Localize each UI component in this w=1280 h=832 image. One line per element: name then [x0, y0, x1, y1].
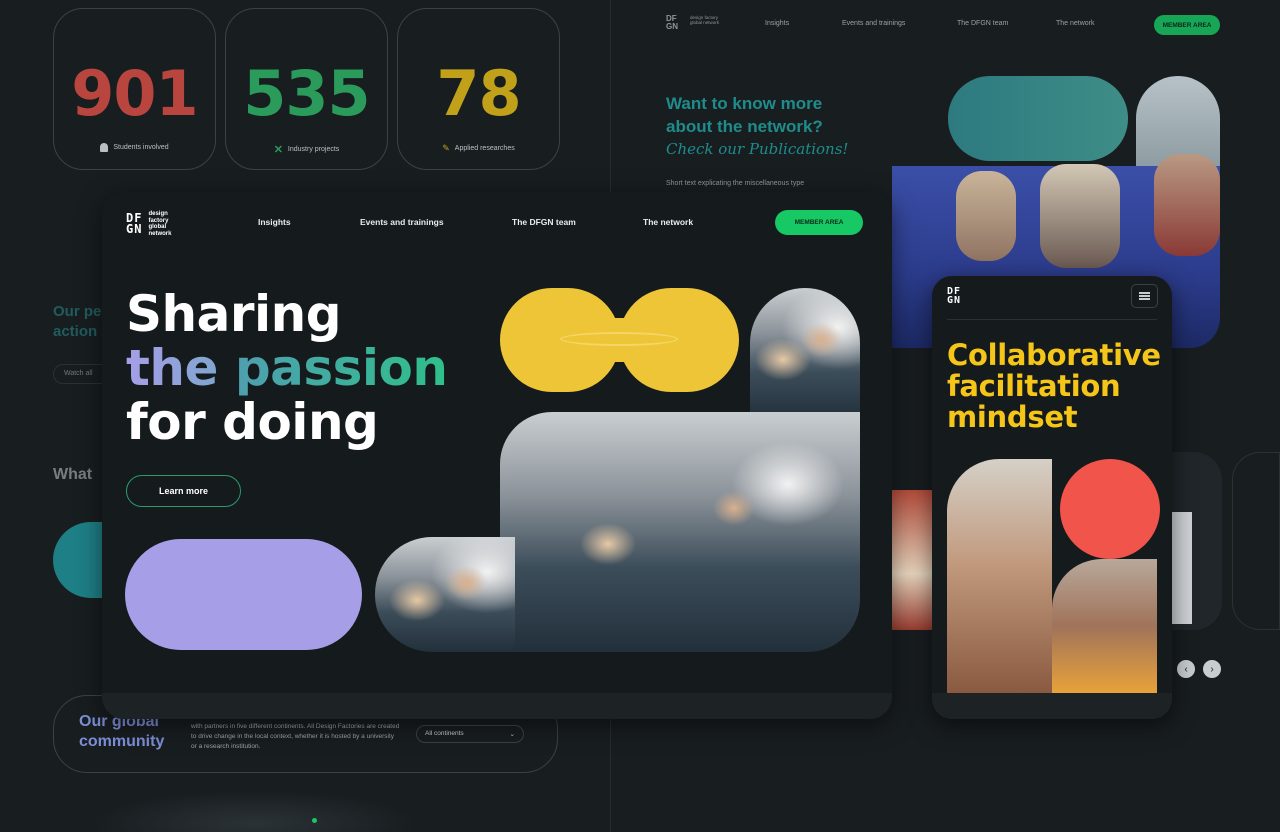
dfgn-logo[interactable]: DF GN design factory global network	[126, 211, 182, 237]
stat-card-research: 78 ✎ Applied researches	[397, 8, 560, 170]
hero-line-2a: the	[126, 339, 218, 397]
bg-nav-insights[interactable]: Insights	[765, 20, 789, 27]
stat-value: 78	[436, 57, 521, 130]
nav-insights[interactable]: Insights	[258, 217, 291, 227]
continent-select-value: All continents	[425, 730, 464, 737]
carousel-card-image	[1172, 512, 1192, 624]
bg-logo: DF GN	[666, 14, 678, 31]
carousel-card-next	[1232, 452, 1280, 630]
stat-card-projects: 535 ✕ Industry projects	[225, 8, 388, 170]
bg-heading-line2: about the network?	[666, 117, 823, 136]
hero-line-3: for doing	[126, 393, 379, 451]
mobile-heading-line3: mindset	[947, 400, 1078, 434]
community-text: with partners in five different continen…	[191, 723, 400, 750]
window-photo	[1136, 76, 1220, 166]
hamburger-menu-button[interactable]	[1131, 284, 1158, 308]
chevron-left-icon: ‹	[1184, 663, 1188, 675]
hero-photo-top-right	[750, 288, 860, 418]
hero-photo-bottom-left	[375, 537, 515, 652]
person-window-1	[956, 171, 1016, 261]
stat-value: 901	[71, 57, 198, 130]
chevron-right-icon: ›	[1210, 663, 1214, 675]
pencil-icon: ✎	[442, 143, 450, 153]
carousel-next-button[interactable]: ›	[1203, 660, 1221, 678]
carousel-prev-button[interactable]: ‹	[1177, 660, 1195, 678]
lavender-pill-shape	[125, 539, 362, 650]
stat-card-students: 901 Students involved	[53, 8, 216, 170]
hero-line-2b: passion	[234, 339, 448, 397]
student-icon	[100, 143, 109, 152]
stat-label: Industry projects	[287, 146, 340, 153]
nav-team[interactable]: The DFGN team	[512, 217, 576, 227]
stat-label: Applied researches	[454, 145, 515, 152]
yellow-double-circle	[500, 288, 739, 392]
bg-nav-network[interactable]: The network	[1056, 20, 1095, 27]
nav-events[interactable]: Events and trainings	[360, 217, 444, 227]
continent-select[interactable]: All continents ⌄	[416, 725, 524, 743]
hero-photo-main	[500, 412, 860, 652]
mobile-heading-line1: Collaborative	[947, 338, 1161, 372]
bg-logo-text: design factory global network	[690, 15, 720, 25]
mobile-heading-line2: facilitation	[947, 369, 1121, 403]
what-heading: What	[53, 466, 93, 483]
mobile-hero-photo	[947, 459, 1157, 693]
menu-icon	[1139, 295, 1150, 297]
bg-heading-line1: Want to know more	[666, 94, 823, 113]
bg-short-text: Short text explicating the miscellaneous…	[666, 180, 805, 187]
carousel-image	[892, 490, 932, 630]
person-window-2	[1040, 164, 1120, 268]
stat-value: 535	[243, 57, 370, 130]
bg-nav-events[interactable]: Events and trainings	[842, 20, 905, 27]
person-window-3	[1154, 154, 1220, 256]
mobile-footer-strip	[932, 693, 1172, 719]
cross-tools-icon: ✕	[273, 144, 283, 156]
world-map-dots	[90, 790, 420, 832]
mobile-logo[interactable]: DF GN	[947, 287, 961, 306]
mobile-preview-card: DF GN Collaborative facilitation mindset	[932, 276, 1172, 719]
card-footer-strip	[102, 693, 892, 719]
map-marker-icon	[312, 818, 317, 823]
chevron-down-icon: ⌄	[509, 731, 515, 738]
desktop-preview-card: DF GN design factory global network Insig…	[102, 192, 892, 719]
member-area-button[interactable]: MEMBER AREA	[775, 210, 863, 235]
hero-heading: Sharing the passion for doing	[126, 285, 448, 451]
bg-nav-team[interactable]: The DFGN team	[957, 20, 1008, 27]
learn-more-button[interactable]: Learn more	[126, 475, 241, 507]
hero-line-1: Sharing	[126, 285, 342, 343]
nav-network[interactable]: The network	[643, 217, 693, 227]
logo-text: design factory global network	[148, 211, 172, 237]
bg-heading-italic: Check our Publications!	[666, 140, 849, 158]
stat-label: Students involved	[113, 144, 169, 151]
mobile-header-divider	[947, 319, 1157, 320]
section-title-faded: Our pe action	[53, 303, 102, 340]
bg-member-area-button[interactable]: MEMBER AREA	[1154, 15, 1220, 35]
teal-double-circle	[948, 76, 1128, 161]
mobile-heading: Collaborative facilitation mindset	[947, 340, 1161, 433]
